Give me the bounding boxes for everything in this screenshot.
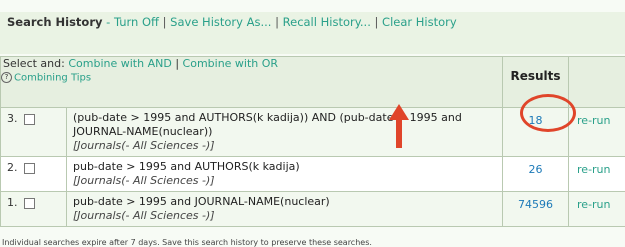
combine-separator: |: [175, 57, 180, 70]
header-separator: |: [275, 15, 279, 29]
query-source: [Journals(- All Sciences -)]: [73, 174, 215, 187]
rerun-link[interactable]: re-run: [577, 114, 610, 127]
select-and-row: Select and: Combine with AND | Combine w…: [1, 57, 502, 70]
row-number: 3.: [7, 112, 18, 125]
save-history-link[interactable]: Save History As...: [170, 15, 271, 29]
query-source: [Journals(- All Sciences -)]: [73, 209, 215, 222]
rerun-link[interactable]: re-run: [577, 163, 610, 176]
action-column-header: [568, 56, 625, 108]
header-dash: -: [102, 15, 114, 29]
row-number: 2.: [7, 161, 18, 174]
rerun-cell: re-run: [568, 156, 625, 192]
checkbox-icon[interactable]: [23, 162, 35, 174]
recall-history-link[interactable]: Recall History...: [283, 15, 371, 29]
rerun-cell: re-run: [568, 191, 625, 227]
row-number-cell: 1.: [0, 191, 67, 227]
results-cell: 26: [502, 156, 570, 192]
table-row: 1. pub-date > 1995 and JOURNAL-NAME(nucl…: [0, 191, 625, 227]
query-text: pub-date > 1995 and JOURNAL-NAME(nuclear…: [73, 195, 330, 208]
query-cell: pub-date > 1995 and JOURNAL-NAME(nuclear…: [65, 191, 504, 227]
results-cell: 74596: [502, 191, 570, 227]
combine-with-and-link[interactable]: Combine with AND: [68, 57, 171, 70]
page-title: Search History: [7, 15, 103, 29]
clear-history-link[interactable]: Clear History: [382, 15, 457, 29]
rerun-cell: re-run: [568, 107, 625, 157]
header-separator: |: [374, 15, 379, 29]
combine-controls: Select and: Combine with AND | Combine w…: [0, 56, 504, 108]
combining-tips-link[interactable]: Combining Tips: [14, 73, 91, 84]
search-history-panel: Search History - Turn Off | Save History…: [0, 0, 625, 247]
annotation-arrow-icon: [389, 104, 409, 148]
query-cell: pub-date > 1995 and AUTHORS(k kadija) [J…: [65, 156, 504, 192]
header-separator: |: [162, 15, 167, 29]
search-history-table: Select and: Combine with AND | Combine w…: [0, 56, 625, 227]
turn-off-link[interactable]: Turn Off: [114, 15, 159, 29]
checkbox-icon[interactable]: [23, 113, 35, 125]
query-source: [Journals(- All Sciences -)]: [73, 139, 215, 152]
query-text: pub-date > 1995 and AUTHORS(k kadija): [73, 160, 300, 173]
table-row: 2. pub-date > 1995 and AUTHORS(k kadija)…: [0, 156, 625, 192]
row-number-cell: 2.: [0, 156, 67, 192]
row-number: 1.: [7, 196, 18, 209]
results-link[interactable]: 26: [529, 163, 543, 176]
expiry-note: Individual searches expire after 7 days.…: [2, 238, 372, 247]
row-number-cell: 3.: [0, 107, 67, 157]
search-history-header: Search History - Turn Off | Save History…: [7, 14, 617, 31]
results-link[interactable]: 74596: [518, 198, 553, 211]
select-and-label: Select and:: [3, 57, 65, 70]
rerun-link[interactable]: re-run: [577, 198, 610, 211]
combine-with-or-link[interactable]: Combine with OR: [183, 57, 279, 70]
help-icon: ?: [1, 72, 12, 83]
checkbox-icon[interactable]: [23, 197, 35, 209]
annotation-circle: [520, 94, 576, 132]
query-cell: (pub-date > 1995 and AUTHORS(k kadija)) …: [65, 107, 504, 157]
combining-tips[interactable]: ? Combining Tips: [1, 72, 502, 84]
